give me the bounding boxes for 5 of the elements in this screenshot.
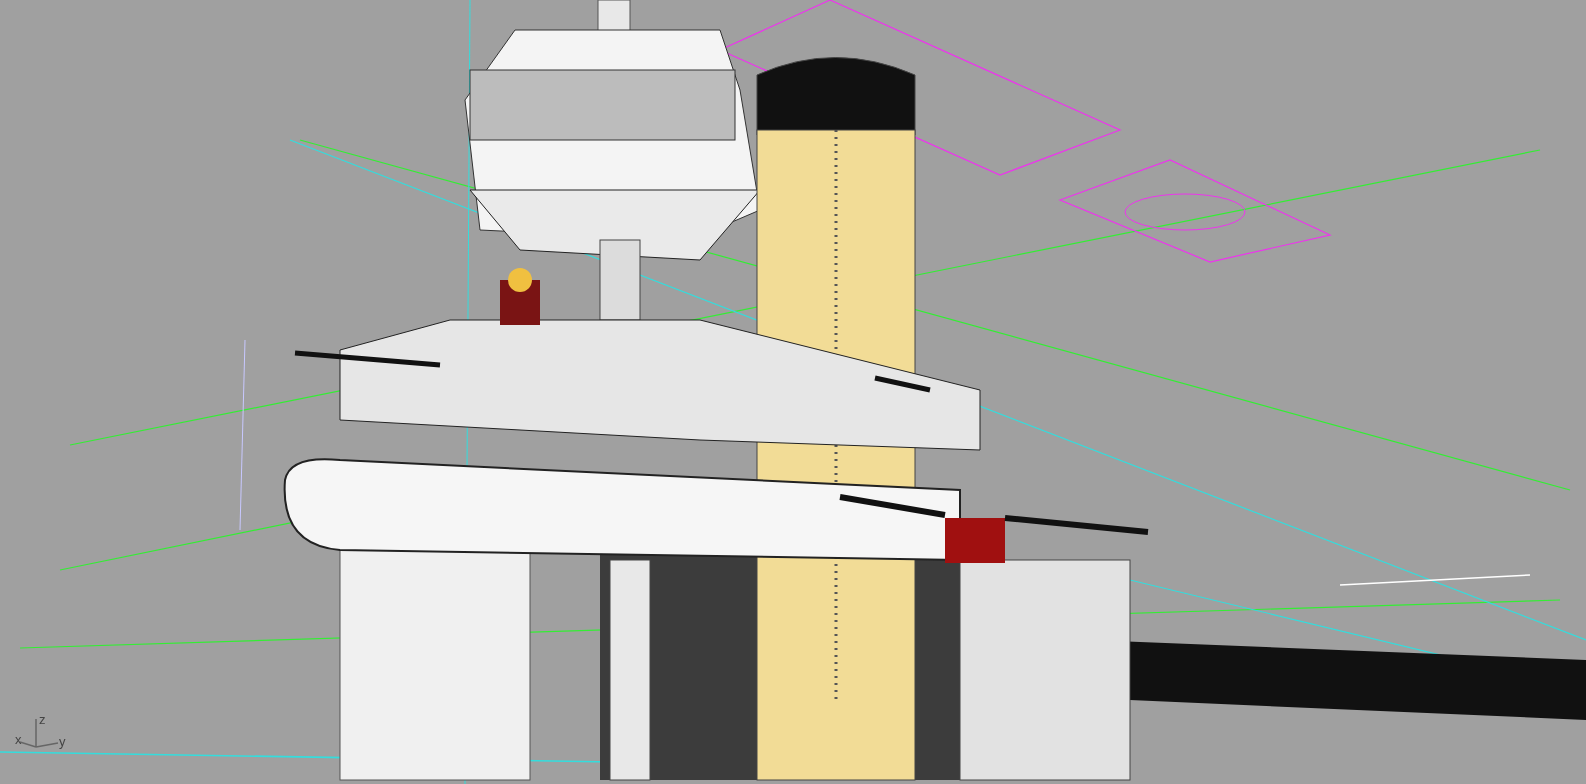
z-axis-label: z <box>39 713 46 726</box>
viewport[interactable]: x y z <box>0 0 1586 784</box>
axis-icon <box>19 718 59 748</box>
x-axis-label: x <box>15 733 22 746</box>
y-axis-label: y <box>59 735 66 748</box>
